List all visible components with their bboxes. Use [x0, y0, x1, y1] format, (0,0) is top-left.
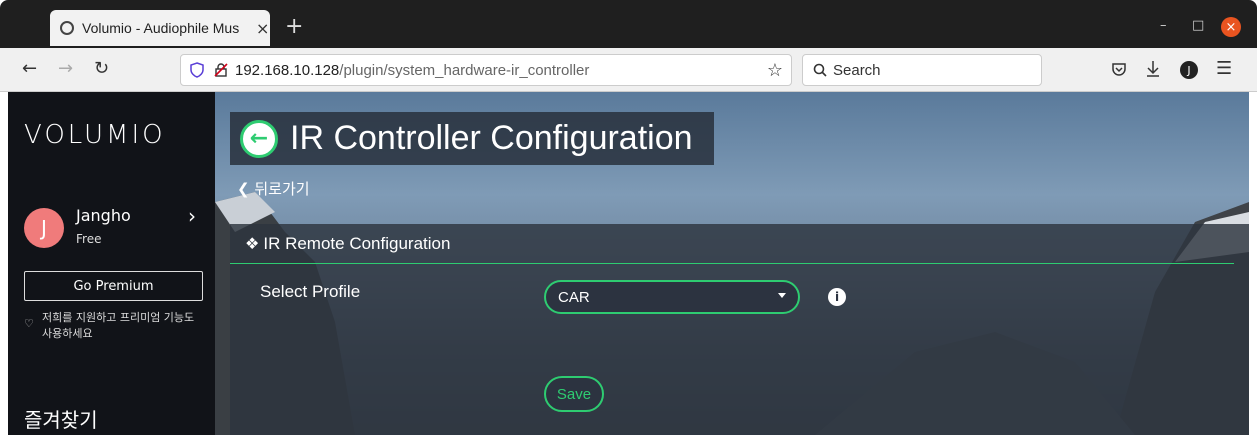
- info-icon[interactable]: i: [828, 288, 846, 306]
- back-arrow-icon[interactable]: ←: [22, 58, 37, 79]
- volumio-logo: VOLUMIO: [24, 120, 166, 150]
- config-panel: ❖ IR Remote Configuration Select Profile…: [230, 224, 1249, 435]
- main-area: ← IR Controller Configuration ❮ 뒤로가기 ❖ I…: [215, 92, 1249, 435]
- shield-icon: [190, 62, 204, 78]
- search-bar[interactable]: Search: [802, 54, 1042, 86]
- insecure-lock-icon: [214, 63, 228, 77]
- page-title-box: ← IR Controller Configuration: [230, 112, 714, 165]
- tab-close-icon[interactable]: ×: [256, 19, 269, 38]
- page-content: VOLUMIO J Jangho Free › Go Premium ♡ 저희를…: [8, 92, 1249, 435]
- back-circle-icon[interactable]: ←: [240, 119, 278, 158]
- profile-select[interactable]: CAR: [544, 280, 800, 314]
- heart-icon: ♡: [24, 317, 34, 330]
- save-button[interactable]: Save: [544, 376, 604, 412]
- url-host: 192.168.10.128: [235, 61, 340, 79]
- reload-icon[interactable]: ↻: [94, 58, 109, 79]
- user-name[interactable]: Jangho: [76, 206, 131, 225]
- close-window-button[interactable]: ×: [1221, 17, 1241, 37]
- bookmark-star-icon[interactable]: ☆: [767, 60, 783, 81]
- avatar[interactable]: J: [24, 208, 64, 248]
- back-link[interactable]: ❮ 뒤로가기: [237, 178, 310, 199]
- url-text: 192.168.10.128/plugin/system_hardware-ir…: [235, 62, 589, 79]
- pocket-icon[interactable]: [1111, 61, 1127, 77]
- url-bar[interactable]: 192.168.10.128/plugin/system_hardware-ir…: [180, 54, 792, 86]
- search-icon: [813, 63, 827, 77]
- maximize-button[interactable]: □: [1192, 18, 1204, 33]
- page-title: IR Controller Configuration: [290, 119, 693, 157]
- browser-tabbar: Volumio - Audiophile Mus × + – □ ×: [0, 0, 1257, 48]
- browser-tab[interactable]: Volumio - Audiophile Mus ×: [50, 10, 270, 46]
- account-icon[interactable]: J: [1180, 61, 1198, 79]
- download-icon[interactable]: [1145, 60, 1161, 78]
- go-premium-button[interactable]: Go Premium: [24, 271, 203, 301]
- back-link-label: 뒤로가기: [254, 180, 310, 198]
- panel-header: ❖ IR Remote Configuration: [230, 224, 1234, 264]
- favicon-icon: [60, 21, 74, 35]
- tab-title: Volumio - Audiophile Mus: [82, 20, 240, 36]
- caret-down-icon: [778, 293, 786, 298]
- sidebar-item-favorites[interactable]: 즐겨찾기: [24, 404, 98, 433]
- select-profile-label: Select Profile: [260, 282, 361, 301]
- wand-icon: ❖: [245, 234, 260, 253]
- forward-arrow-icon[interactable]: →: [58, 58, 73, 79]
- profile-select-value: CAR: [558, 288, 590, 306]
- minimize-button[interactable]: –: [1160, 18, 1167, 33]
- url-path: /plugin/system_hardware-ir_controller: [339, 61, 590, 79]
- user-plan: Free: [76, 232, 102, 246]
- search-input: Search: [833, 61, 881, 79]
- chevron-right-icon[interactable]: ›: [188, 204, 196, 228]
- sidebar: VOLUMIO J Jangho Free › Go Premium ♡ 저희를…: [8, 92, 215, 435]
- panel-title: IR Remote Configuration: [263, 233, 451, 253]
- new-tab-button[interactable]: +: [285, 14, 303, 39]
- menu-icon[interactable]: ☰: [1216, 58, 1232, 79]
- chevron-left-icon: ❮: [237, 180, 250, 198]
- browser-navbar: ← → ↻ 192.168.10.128/plugin/system_hardw…: [0, 48, 1257, 92]
- support-text: 저희를 지원하고 프리미엄 기능도 사용하세요: [42, 311, 195, 340]
